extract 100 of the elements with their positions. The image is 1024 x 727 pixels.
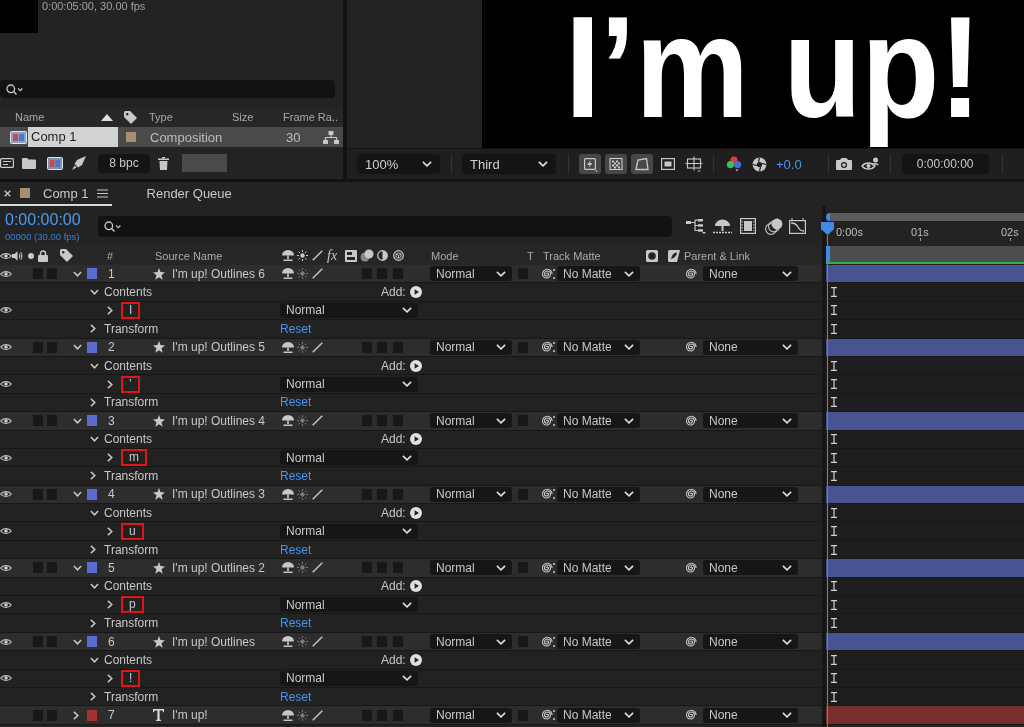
property-label[interactable]: Contents bbox=[104, 579, 153, 594]
reset-link[interactable]: Reset bbox=[280, 321, 312, 336]
layer-row[interactable]: 7 I'm up! Normal No Matte None bbox=[0, 706, 822, 725]
layer-name[interactable]: I'm up! Outlines 2 bbox=[172, 560, 265, 575]
chevron-down-icon[interactable] bbox=[73, 491, 82, 498]
node-tree-icon[interactable] bbox=[686, 218, 706, 234]
property-label[interactable]: Transform bbox=[104, 542, 159, 557]
chevron-down-icon[interactable] bbox=[90, 583, 99, 590]
property-label[interactable]: Transform bbox=[104, 321, 159, 336]
spiral-dots-icon[interactable] bbox=[540, 488, 555, 501]
add-label[interactable]: Add: bbox=[381, 358, 406, 373]
track-matte-dropdown[interactable]: No Matte bbox=[557, 707, 640, 723]
reset-link[interactable]: Reset bbox=[280, 616, 312, 631]
label-swatch-icon[interactable] bbox=[87, 562, 97, 574]
spiral-dots-icon[interactable] bbox=[540, 267, 555, 280]
add-label[interactable]: Add: bbox=[381, 285, 406, 300]
chevron-right-icon[interactable] bbox=[73, 710, 79, 720]
layer-name[interactable]: I'm up! Outlines bbox=[172, 634, 255, 649]
chevron-down-icon[interactable] bbox=[73, 638, 82, 645]
zoom-dropdown[interactable]: 100% bbox=[357, 154, 440, 174]
mode-dropdown[interactable]: Normal bbox=[430, 634, 512, 649]
column-header[interactable]: Frame Ra.. bbox=[283, 111, 338, 123]
eye-icon[interactable] bbox=[0, 343, 12, 352]
blend-mode-dropdown[interactable]: Normal bbox=[280, 597, 418, 613]
parent-dropdown[interactable]: None bbox=[703, 486, 798, 502]
reset-link[interactable]: Reset bbox=[280, 469, 312, 483]
parent-dropdown[interactable]: None bbox=[703, 634, 798, 649]
chevron-right-icon[interactable] bbox=[107, 526, 113, 536]
blend-mode-dropdown[interactable]: Normal bbox=[280, 450, 418, 466]
property-label[interactable]: Transform bbox=[104, 689, 159, 704]
chevron-down-icon[interactable] bbox=[90, 289, 99, 296]
checkerboard-icon[interactable] bbox=[605, 154, 627, 174]
layer-row[interactable]: 3 I'm up! Outlines 4 Normal No Matte None bbox=[0, 412, 822, 431]
circles-icon[interactable] bbox=[360, 249, 374, 262]
chevron-down-icon[interactable] bbox=[90, 362, 99, 369]
layer-name[interactable]: I'm up! bbox=[172, 708, 208, 723]
card-lines-icon[interactable] bbox=[0, 158, 14, 168]
chevron-down-icon[interactable] bbox=[90, 436, 99, 443]
spiral-dots-icon[interactable] bbox=[540, 635, 555, 648]
play-circle-icon[interactable] bbox=[409, 433, 422, 446]
layer-name[interactable]: I'm up! Outlines 5 bbox=[172, 340, 265, 355]
spiral-dots-icon[interactable] bbox=[540, 414, 555, 427]
eye-icon[interactable] bbox=[0, 600, 12, 609]
layer-name[interactable]: I'm up! Outlines 3 bbox=[172, 487, 265, 502]
label-swatch-icon[interactable] bbox=[126, 132, 136, 142]
slash-icon[interactable] bbox=[312, 636, 323, 647]
leaf-square-icon[interactable] bbox=[668, 249, 680, 262]
shape-group-name[interactable]: m bbox=[121, 449, 147, 467]
shape-group-name[interactable]: ! bbox=[121, 669, 141, 687]
slash-icon[interactable] bbox=[312, 488, 323, 500]
shape-group-name[interactable]: p bbox=[121, 596, 144, 614]
eye-icon[interactable] bbox=[0, 306, 12, 315]
play-circle-icon[interactable] bbox=[409, 359, 422, 372]
dome-icon[interactable] bbox=[282, 268, 294, 280]
play-circle-icon[interactable] bbox=[409, 580, 422, 593]
exposure-value[interactable]: +0.0 bbox=[776, 156, 802, 172]
crosshair-frame-icon[interactable] bbox=[683, 154, 705, 174]
snapshot-eye-icon[interactable] bbox=[860, 156, 879, 172]
label-swatch-icon[interactable] bbox=[87, 415, 97, 427]
chevron-right-icon[interactable] bbox=[90, 397, 96, 407]
column-header[interactable]: Mode bbox=[431, 249, 459, 262]
column-header[interactable]: Parent & Link bbox=[684, 249, 751, 262]
column-header[interactable]: # bbox=[107, 249, 114, 262]
property-label[interactable]: Contents bbox=[104, 285, 153, 300]
color-channels-icon[interactable] bbox=[726, 156, 742, 172]
dome-icon[interactable] bbox=[282, 562, 294, 574]
slash-icon[interactable] bbox=[312, 709, 323, 721]
slash-icon[interactable] bbox=[312, 415, 323, 427]
blend-mode-dropdown[interactable]: Normal bbox=[280, 376, 418, 392]
aperture-icon[interactable] bbox=[752, 156, 767, 172]
slash-icon[interactable] bbox=[312, 341, 323, 353]
layer-bar[interactable] bbox=[826, 265, 1024, 283]
spiral-icon[interactable] bbox=[684, 709, 697, 722]
mode-dropdown[interactable]: Normal bbox=[430, 413, 512, 429]
stacked-circles-icon[interactable] bbox=[765, 217, 783, 235]
spiral-icon[interactable] bbox=[684, 561, 697, 574]
eye-icon[interactable] bbox=[0, 527, 12, 536]
reset-link[interactable]: Reset bbox=[280, 542, 312, 557]
chevron-right-icon[interactable] bbox=[90, 471, 96, 481]
chevron-right-icon[interactable] bbox=[107, 453, 113, 463]
parent-dropdown[interactable]: None bbox=[703, 707, 798, 723]
panel-tab[interactable]: Comp 1 bbox=[0, 182, 112, 206]
label-swatch-icon[interactable] bbox=[87, 636, 97, 647]
play-circle-icon[interactable] bbox=[409, 286, 422, 299]
add-label[interactable]: Add: bbox=[381, 579, 406, 594]
chevron-down-icon[interactable] bbox=[90, 656, 99, 663]
eye-icon[interactable] bbox=[0, 251, 12, 260]
lightning-frame-icon[interactable] bbox=[579, 154, 601, 174]
half-circle-icon[interactable] bbox=[377, 250, 388, 261]
property-label[interactable]: Contents bbox=[104, 505, 153, 520]
dome-icon[interactable] bbox=[282, 488, 294, 500]
resolution-dropdown[interactable]: Third bbox=[462, 154, 556, 174]
chevron-right-icon[interactable] bbox=[90, 692, 96, 702]
eye-icon[interactable] bbox=[0, 269, 12, 278]
cube-icon[interactable] bbox=[393, 250, 404, 261]
time-field[interactable]: 0:00:00:00 bbox=[901, 154, 989, 174]
layer-row[interactable]: 1 I'm up! Outlines 6 Normal No Matte None bbox=[0, 265, 822, 284]
column-header[interactable]: Size bbox=[232, 111, 254, 123]
close-icon[interactable] bbox=[4, 189, 11, 197]
layer-name[interactable]: I'm up! Outlines 6 bbox=[172, 266, 265, 281]
